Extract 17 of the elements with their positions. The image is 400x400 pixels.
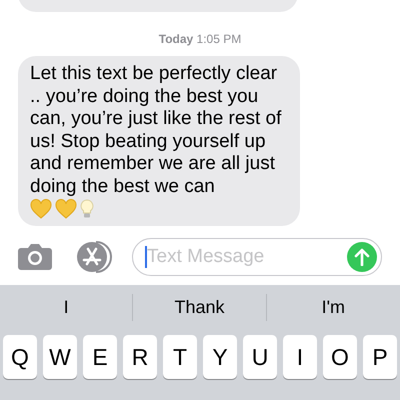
key[interactable]: O [323, 335, 357, 379]
suggestion[interactable]: I'm [266, 294, 400, 320]
suggestion[interactable]: Thank [133, 294, 267, 320]
timestamp: Today 1:05 PM [158, 31, 242, 48]
key[interactable]: W [43, 335, 77, 379]
key[interactable]: U [243, 335, 277, 379]
key[interactable]: Q [3, 335, 37, 379]
key[interactable]: E [83, 335, 117, 379]
key[interactable]: P [363, 335, 397, 379]
key[interactable]: Y [203, 335, 237, 379]
key[interactable]: R [123, 335, 157, 379]
message-input[interactable]: Text Message [132, 238, 382, 276]
input-field[interactable]: Text Message [147, 242, 347, 272]
suggestion[interactable]: I [0, 294, 134, 320]
key[interactable]: I [283, 335, 317, 379]
message-text: Let this text be perfectly clear .. you’re doing the best you can, you’re just like the rest of us! Stop beating yourself up and remember we are all just doing the best we can [30, 63, 282, 198]
key[interactable]: T [163, 335, 197, 379]
